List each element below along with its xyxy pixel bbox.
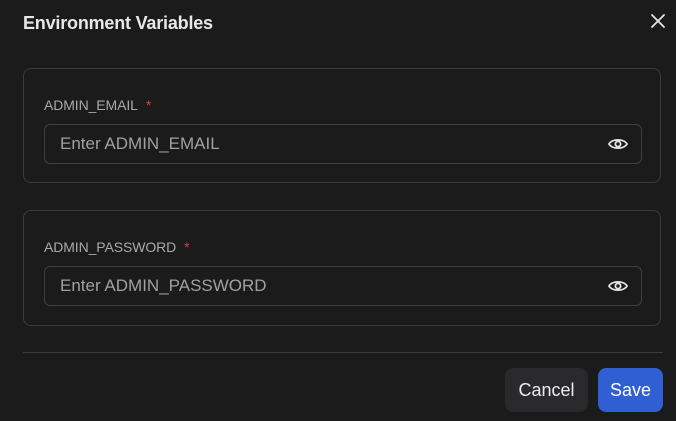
save-button[interactable]: Save (598, 368, 663, 412)
close-button[interactable] (648, 11, 668, 31)
eye-icon (608, 138, 628, 150)
admin-password-input[interactable] (45, 267, 595, 305)
eye-icon (608, 280, 628, 292)
admin-password-input-wrapper (44, 266, 642, 306)
field-label-admin-password: ADMIN_PASSWORD (44, 239, 177, 255)
toggle-visibility-button-admin-password[interactable] (607, 276, 629, 296)
admin-email-input[interactable] (45, 125, 595, 163)
close-icon (651, 14, 665, 28)
field-label-admin-email: ADMIN_EMAIL (44, 97, 138, 113)
field-card-admin-password: ADMIN_PASSWORD * (23, 210, 661, 326)
footer-divider (23, 352, 663, 353)
environment-variables-dialog: Environment Variables ADMIN_EMAIL * ADMIN… (0, 0, 676, 421)
admin-email-input-wrapper (44, 124, 642, 164)
cancel-button[interactable]: Cancel (505, 368, 588, 412)
required-indicator: * (145, 97, 152, 113)
toggle-visibility-button-admin-email[interactable] (607, 134, 629, 154)
required-indicator: * (184, 239, 190, 255)
dialog-title: Environment Variables (23, 13, 213, 33)
field-card-admin-email: ADMIN_EMAIL * (23, 68, 661, 183)
